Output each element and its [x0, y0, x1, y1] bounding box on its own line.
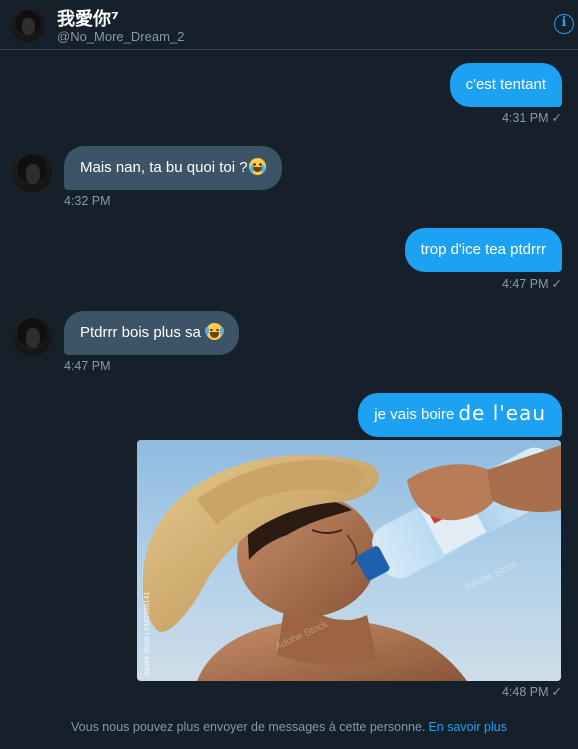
header-avatar[interactable]	[11, 8, 45, 42]
message-text: Ptdrrr bois plus sa	[80, 324, 201, 341]
message-timestamp: 4:31 PM ✓	[501, 111, 562, 125]
avatar-face	[26, 328, 40, 348]
info-icon[interactable]: i	[554, 14, 574, 34]
contact-handle[interactable]: @No_More_Dream_2	[57, 29, 184, 44]
sender-avatar[interactable]	[12, 152, 52, 192]
cannot-message-notice: Vous nous pouvez plus envoyer de message…	[0, 720, 578, 734]
message-timestamp: 4:32 PM	[64, 194, 111, 208]
learn-more-link[interactable]: En savoir plus	[428, 720, 507, 734]
notice-text: Vous nous pouvez plus envoyer de message…	[71, 720, 426, 734]
message-bubble-incoming[interactable]: Mais nan, ta bu quoi toi ?	[64, 146, 282, 190]
message-timestamp: 4:48 PM ✓	[501, 685, 562, 699]
message-bubble-outgoing[interactable]: trop d'ice tea ptdrrr	[404, 228, 562, 272]
sent-check-icon: ✓	[551, 277, 562, 291]
sent-check-icon: ✓	[551, 111, 562, 125]
message-timestamp: 4:47 PM	[64, 359, 111, 373]
contact-name[interactable]: 我愛你⁷	[57, 5, 119, 31]
message-bubble-outgoing[interactable]: je vais boire de l'eau	[358, 393, 562, 437]
avatar-face	[26, 164, 40, 184]
conversation-header: 我愛你⁷ @No_More_Dream_2 i	[0, 0, 578, 50]
loudly-crying-emoji-icon	[248, 158, 266, 175]
message-text-large: de l'eau	[458, 401, 546, 425]
message-image[interactable]: Adobe Stock | #162898141 Adobe Stock Ado…	[137, 440, 561, 681]
image-side-watermark: Adobe Stock | #162898141	[144, 592, 151, 676]
message-text: Mais nan, ta bu quoi toi ?	[80, 159, 248, 176]
message-text: trop d'ice tea ptdrrr	[420, 241, 546, 258]
sender-avatar[interactable]	[12, 316, 52, 356]
sent-check-icon: ✓	[551, 685, 562, 699]
message-bubble-incoming[interactable]: Ptdrrr bois plus sa	[64, 311, 240, 355]
tears-of-joy-emoji-icon	[205, 323, 225, 340]
message-bubble-outgoing[interactable]: c'est tentant	[449, 63, 562, 107]
photo-man-drinking-water-icon: Adobe Stock | #162898141 Adobe Stock Ado…	[137, 440, 561, 681]
message-text: je vais boire	[374, 406, 455, 423]
avatar-face	[22, 18, 35, 35]
message-text: c'est tentant	[465, 76, 546, 93]
message-timestamp: 4:47 PM ✓	[501, 277, 562, 291]
